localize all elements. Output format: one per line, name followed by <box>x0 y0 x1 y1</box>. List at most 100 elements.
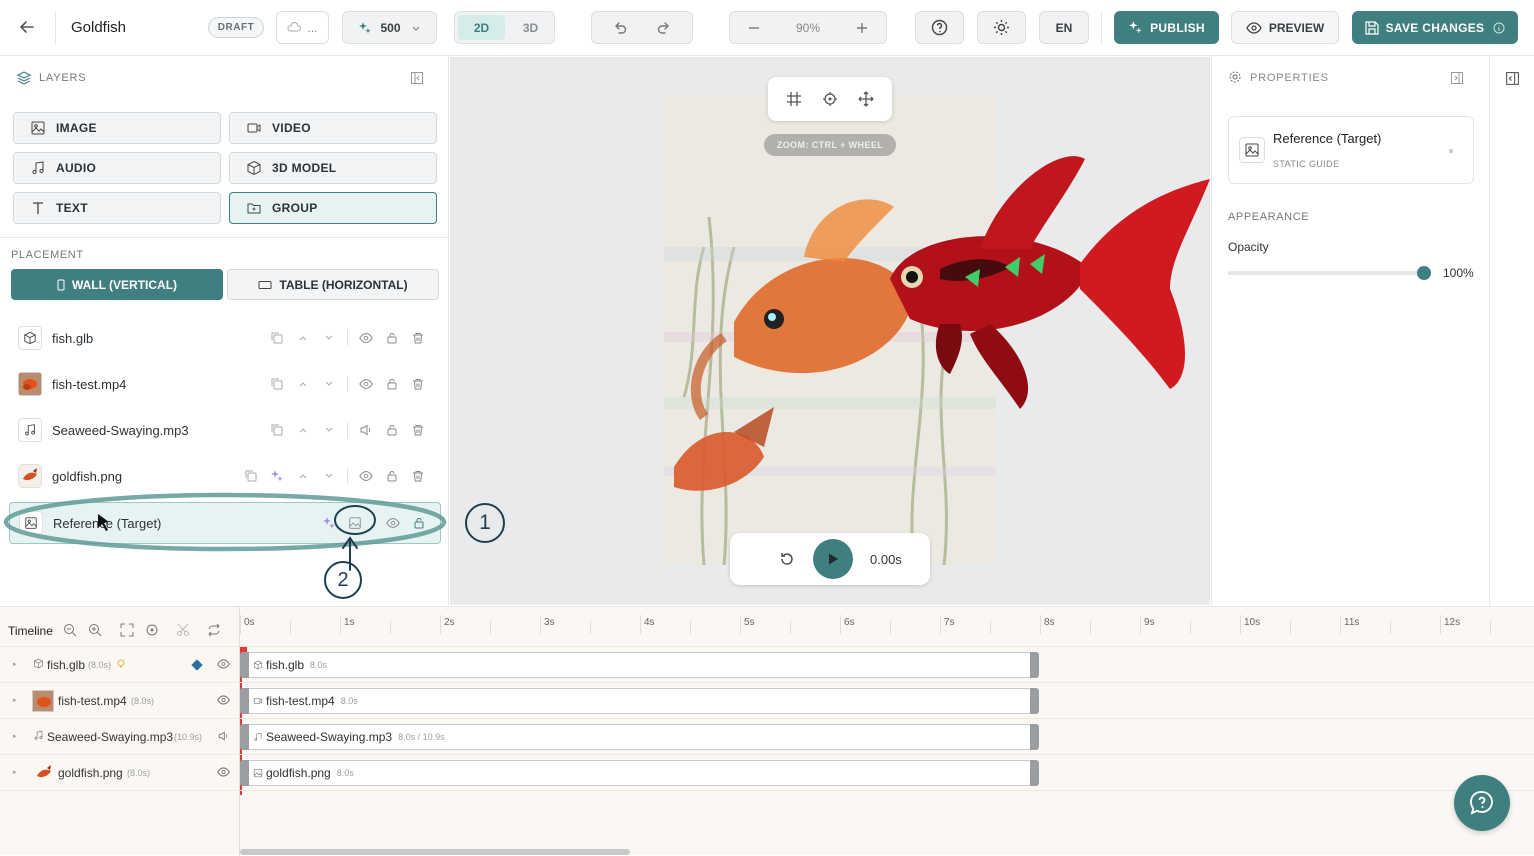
clip-right-handle[interactable] <box>1030 724 1039 750</box>
move-down-icon[interactable] <box>322 423 336 437</box>
eye-icon[interactable] <box>359 377 373 391</box>
trash-icon[interactable] <box>411 423 425 437</box>
zoom-in-icon[interactable] <box>88 623 102 637</box>
lock-icon[interactable] <box>385 377 399 391</box>
move-up-icon[interactable] <box>296 331 310 345</box>
credits-dropdown[interactable]: 500 <box>342 11 437 44</box>
move-icon[interactable] <box>858 91 874 107</box>
canvas-area[interactable]: 1 ZOOM: CTRL + WHEEL 0.00s <box>450 57 1210 605</box>
track-clip[interactable]: fish-test.mp4 8.0s <box>240 688 1039 714</box>
target-icon[interactable] <box>145 623 159 637</box>
placement-wall-button[interactable]: WALL (VERTICAL) <box>11 269 223 300</box>
add-3d-model-button[interactable]: 3D MODEL <box>229 152 437 184</box>
duplicate-icon[interactable] <box>270 331 284 345</box>
expand-arrow-icon[interactable]: ▸ <box>13 768 17 776</box>
volume-icon[interactable] <box>217 730 230 742</box>
scissors-icon[interactable] <box>176 623 190 637</box>
eye-icon[interactable] <box>217 659 230 669</box>
expand-arrow-icon[interactable]: ▸ <box>13 696 17 704</box>
move-down-icon[interactable] <box>322 469 336 483</box>
expand-arrow-icon[interactable]: ▸ <box>13 660 17 668</box>
add-group-button[interactable]: GROUP <box>229 192 437 224</box>
move-down-icon[interactable] <box>322 331 336 345</box>
volume-icon[interactable] <box>359 423 373 437</box>
opacity-slider[interactable] <box>1228 266 1431 280</box>
add-image-button[interactable]: IMAGE <box>13 112 221 144</box>
lock-icon[interactable] <box>385 469 399 483</box>
redo-icon[interactable] <box>656 20 672 36</box>
fish-3d-model[interactable] <box>870 149 1210 419</box>
placement-table-button[interactable]: TABLE (HORIZONTAL) <box>227 269 439 300</box>
view-2d-button[interactable]: 2D <box>458 15 505 40</box>
clip-right-handle[interactable] <box>1030 688 1039 714</box>
move-down-icon[interactable] <box>322 377 336 391</box>
move-up-icon[interactable] <box>296 423 310 437</box>
expand-arrow-icon[interactable]: ▸ <box>13 732 17 740</box>
eye-icon[interactable] <box>359 331 373 345</box>
zoom-out-icon[interactable] <box>748 22 760 34</box>
view-3d-button[interactable]: 3D <box>507 15 554 40</box>
clip-left-handle[interactable] <box>240 688 249 714</box>
trash-icon[interactable] <box>411 331 425 345</box>
clip-left-handle[interactable] <box>240 760 249 786</box>
publish-button[interactable]: PUBLISH <box>1114 11 1219 44</box>
add-video-button[interactable]: VIDEO <box>229 112 437 144</box>
cloud-button[interactable]: ... <box>276 11 329 44</box>
trash-icon[interactable] <box>411 377 425 391</box>
duplicate-icon[interactable] <box>270 423 284 437</box>
properties-title: PROPERTIES <box>1250 72 1329 84</box>
track-clip[interactable]: goldfish.png 8.0s <box>240 760 1039 786</box>
lock-icon[interactable] <box>385 331 399 345</box>
duplicate-icon[interactable] <box>244 469 258 483</box>
back-arrow-icon[interactable] <box>18 18 36 36</box>
layer-row[interactable]: Seaweed-Swaying.mp3 <box>9 410 441 450</box>
lock-icon[interactable] <box>385 423 399 437</box>
language-button[interactable]: EN <box>1039 11 1089 44</box>
timeline-row[interactable]: ▸ fish.glb (8.0s) fish.glb 8.0s <box>0 647 1534 683</box>
eye-icon[interactable] <box>359 469 373 483</box>
clip-right-handle[interactable] <box>1030 652 1039 678</box>
trash-icon[interactable] <box>411 469 425 483</box>
layer-row[interactable]: fish.glb <box>9 318 441 358</box>
track-clip[interactable]: Seaweed-Swaying.mp3 8.0s / 10.9s <box>240 724 1039 750</box>
move-up-icon[interactable] <box>296 377 310 391</box>
timeline-row[interactable]: ▸ fish-test.mp4 (8.0s) fish-test.mp4 8.0… <box>0 683 1534 719</box>
timeline-row[interactable]: ▸ goldfish.png (8.0s) goldfish.png 8.0s <box>0 755 1534 791</box>
duplicate-icon[interactable] <box>270 377 284 391</box>
move-up-icon[interactable] <box>296 469 310 483</box>
zoom-in-icon[interactable] <box>856 22 868 34</box>
loop-icon[interactable] <box>207 623 221 637</box>
theme-button[interactable] <box>977 11 1026 44</box>
play-button[interactable] <box>813 539 853 579</box>
fit-icon[interactable] <box>120 623 134 637</box>
status-dot <box>1449 149 1453 153</box>
timeline-ruler[interactable]: 0s 1s 2s 3s 4s 5s 6s 7s 8s 9s 10s 11s 12s <box>240 607 1534 647</box>
clip-left-handle[interactable] <box>240 652 249 678</box>
sidebar-toggle-icon[interactable] <box>1505 71 1520 86</box>
animation-sparkle-icon[interactable] <box>270 469 284 483</box>
keyframe-icon[interactable] <box>191 659 203 671</box>
zoom-out-icon[interactable] <box>63 623 77 637</box>
eye-icon <box>1246 21 1262 34</box>
eye-icon[interactable] <box>217 767 230 777</box>
clip-left-handle[interactable] <box>240 724 249 750</box>
layer-row[interactable]: fish-test.mp4 <box>9 364 441 404</box>
add-text-button[interactable]: TEXT <box>13 192 221 224</box>
replay-icon[interactable] <box>779 551 795 567</box>
help-chat-button[interactable] <box>1454 775 1510 831</box>
eye-icon[interactable] <box>217 695 230 705</box>
target-icon[interactable] <box>822 91 838 107</box>
help-button[interactable] <box>915 11 964 44</box>
crop-icon[interactable] <box>786 91 802 107</box>
opacity-slider-thumb[interactable] <box>1417 266 1431 280</box>
collapse-panel-icon[interactable] <box>1450 71 1464 85</box>
collapse-panel-icon[interactable] <box>410 71 424 85</box>
track-clip[interactable]: fish.glb 8.0s <box>240 652 1039 678</box>
undo-icon[interactable] <box>612 20 628 36</box>
add-audio-button[interactable]: AUDIO <box>13 152 221 184</box>
timeline-row[interactable]: ▸ Seaweed-Swaying.mp3 (10.9s) Seaweed-Sw… <box>0 719 1534 755</box>
clip-right-handle[interactable] <box>1030 760 1039 786</box>
save-changes-button[interactable]: SAVE CHANGES <box>1352 11 1518 44</box>
timeline-scrollbar[interactable] <box>240 849 630 855</box>
preview-button[interactable]: PREVIEW <box>1231 11 1339 44</box>
